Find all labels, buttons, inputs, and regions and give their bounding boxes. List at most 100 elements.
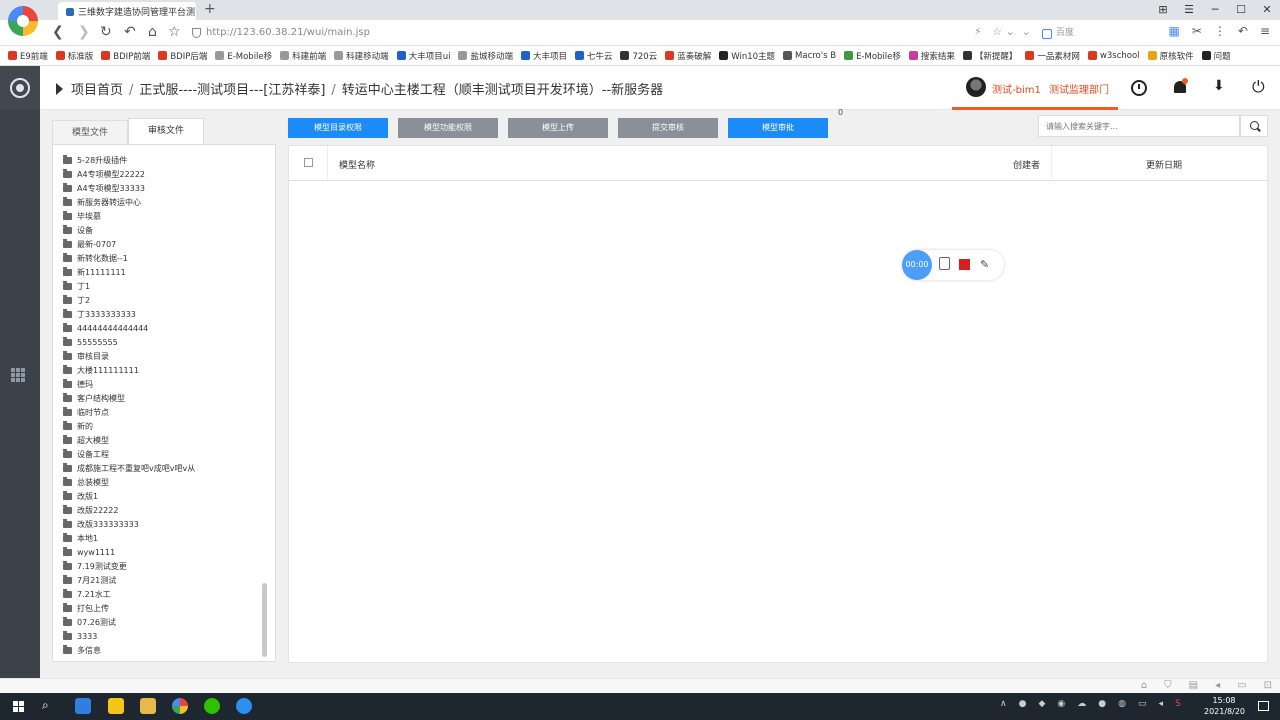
tree-scrollbar[interactable] xyxy=(262,583,267,657)
model-function-permission-button[interactable]: 模型功能权限 xyxy=(398,118,498,138)
pen-icon[interactable]: ✎ xyxy=(980,259,989,270)
folder-item[interactable]: 审核目录 xyxy=(63,349,195,363)
tray-expand-icon[interactable]: ∧ xyxy=(1000,699,1007,709)
windows-start-icon[interactable] xyxy=(13,701,24,712)
bookmark-item[interactable]: w3school xyxy=(1087,51,1140,61)
folder-item[interactable]: 超大模型 xyxy=(63,433,195,447)
tray-app-icon[interactable]: ◆ xyxy=(1038,699,1045,709)
search-icon[interactable] xyxy=(1240,115,1268,137)
bookmark-item[interactable]: 大丰项目ui xyxy=(396,50,450,62)
bookmark-item[interactable]: 标准版 xyxy=(55,50,93,62)
bookmark-item[interactable]: 大丰项目 xyxy=(520,50,567,62)
search-input[interactable] xyxy=(1038,115,1240,137)
bookmark-item[interactable]: Win10主题 xyxy=(719,50,775,62)
folder-item[interactable]: 设备工程 xyxy=(63,447,195,461)
bookmark-item[interactable]: 七牛云 xyxy=(574,50,612,62)
notification-icon[interactable] xyxy=(1258,701,1269,711)
model-approval-button[interactable]: 模型审批 xyxy=(728,118,828,138)
folder-item[interactable]: 本地1 xyxy=(63,531,195,545)
history-icon[interactable]: ↶ xyxy=(1238,24,1248,38)
taskbar-explorer-icon[interactable] xyxy=(140,698,156,714)
folder-item[interactable]: wyw1111 xyxy=(63,545,195,559)
folder-item[interactable]: 最新-0707 xyxy=(63,237,195,251)
folder-item[interactable]: 5-28升级插件 xyxy=(63,153,195,167)
browser-search-box[interactable]: 百度 xyxy=(1038,24,1176,42)
folder-item[interactable]: 新转化数据--1 xyxy=(63,251,195,265)
stop-recording-icon[interactable] xyxy=(959,259,970,270)
skin-icon[interactable]: ⊞ xyxy=(1150,0,1176,20)
shield-icon[interactable]: ⛉ xyxy=(1164,680,1172,691)
bookmark-item[interactable]: 科建移动端 xyxy=(334,50,389,62)
download-icon[interactable] xyxy=(1211,78,1227,96)
bookmark-item[interactable]: Macro's B xyxy=(783,51,836,61)
folder-item[interactable]: 多信息 xyxy=(63,643,195,657)
model-upload-button[interactable]: 模型上传 xyxy=(508,118,608,138)
url-bar[interactable]: http://123.60.38.21/wui/main.jsp xyxy=(192,24,1030,42)
minimize-button[interactable]: ─ xyxy=(1202,0,1228,20)
tray-app-icon[interactable]: ● xyxy=(1019,699,1027,709)
taskbar-app-icon[interactable] xyxy=(75,698,91,714)
browser-logo-icon[interactable] xyxy=(8,6,38,36)
bookmark-item[interactable]: 搜索结果 xyxy=(908,50,955,62)
column-creator[interactable]: 创建者 xyxy=(1013,158,1040,171)
forward-icon[interactable]: ❯ xyxy=(78,24,90,40)
bookmark-item[interactable]: BDIP前端 xyxy=(101,50,150,62)
close-window-button[interactable]: ✕ xyxy=(1254,0,1280,20)
folder-item[interactable]: 改版1 xyxy=(63,489,195,503)
folder-item[interactable]: 德玛 xyxy=(63,377,195,391)
bookmark-star-icon[interactable]: ☆ xyxy=(168,24,181,40)
bookmark-item[interactable]: 一品素材网 xyxy=(1025,50,1080,62)
folder-item[interactable]: 新的 xyxy=(63,419,195,433)
folder-item[interactable]: 7月21测试 xyxy=(63,573,195,587)
tray-app-icon[interactable]: ◍ xyxy=(1118,699,1126,709)
folder-item[interactable]: 55555555 xyxy=(63,335,195,349)
trash-icon[interactable]: ▤ xyxy=(1189,680,1198,691)
select-all-checkbox[interactable] xyxy=(304,158,313,167)
folder-item[interactable]: 7.21水工 xyxy=(63,587,195,601)
bookmark-item[interactable]: 蓝奏破解 xyxy=(665,50,711,62)
folder-item[interactable]: 毕埃慕 xyxy=(63,209,195,223)
folder-item[interactable]: A4专项模型33333 xyxy=(63,181,195,195)
bell-icon[interactable] xyxy=(1172,78,1188,96)
bookmark-item[interactable]: 盐城移动端 xyxy=(458,50,513,62)
folder-item[interactable]: 3333 xyxy=(63,629,195,643)
url-actions[interactable]: ⚡ ☆ ⌄ ⌄ xyxy=(974,25,1031,38)
cursor-toggle-icon[interactable] xyxy=(939,257,950,270)
more-icon[interactable]: ⋮ xyxy=(1214,24,1226,38)
model-directory-permission-button[interactable]: 模型目录权限 xyxy=(288,118,388,138)
folder-item[interactable]: 7.19测试变更 xyxy=(63,559,195,573)
back-icon[interactable]: ❮ xyxy=(52,24,64,40)
taskbar-search-icon[interactable]: ⌕ xyxy=(42,698,49,713)
folder-item[interactable]: 丁2 xyxy=(63,293,195,307)
bookmark-item[interactable]: 【新提醒】 xyxy=(962,50,1017,62)
bookmark-item[interactable]: 问题 xyxy=(1201,50,1231,62)
bookmark-item[interactable]: BDIP后端 xyxy=(158,50,207,62)
menu-icon[interactable]: ☰ xyxy=(1176,0,1202,20)
reload-icon[interactable]: ↻ xyxy=(100,24,112,40)
bookmark-item[interactable]: E9前端 xyxy=(8,50,48,62)
maximize-button[interactable]: ☐ xyxy=(1228,0,1254,20)
breadcrumb-home[interactable]: 项目首页 xyxy=(71,83,123,98)
folder-item[interactable]: 打包上传 xyxy=(63,601,195,615)
tray-network-icon[interactable]: ▭ xyxy=(1138,699,1147,709)
power-icon[interactable] xyxy=(1252,77,1268,97)
bookmark-item[interactable]: 720云 xyxy=(620,50,657,62)
folder-item[interactable]: 临时节点 xyxy=(63,405,195,419)
breadcrumb-current[interactable]: 转运中心主楼工程（顺丰测试项目开发环境）--新服务器 xyxy=(342,83,663,98)
column-update-date[interactable]: 更新日期 xyxy=(1146,158,1182,171)
bookmark-item[interactable]: E-Mobile移 xyxy=(215,50,272,62)
tray-volume-icon[interactable]: ◂ xyxy=(1158,699,1163,709)
cut-icon[interactable]: ✂ xyxy=(1192,24,1202,38)
undo-icon[interactable]: ↶ xyxy=(124,24,136,40)
clock-icon[interactable] xyxy=(1131,80,1147,96)
folder-item[interactable]: 改版22222 xyxy=(63,503,195,517)
submit-review-button[interactable]: 提交审核 xyxy=(618,118,718,138)
folder-item[interactable]: 改版333333333 xyxy=(63,517,195,531)
folder-item[interactable]: 新11111111 xyxy=(63,265,195,279)
folder-item[interactable]: 新服务器转运中心 xyxy=(63,195,195,209)
tray-app-icon[interactable]: ☁ xyxy=(1077,699,1086,709)
folder-item[interactable]: A4专项模型22222 xyxy=(63,167,195,181)
volume-icon[interactable]: ◂ xyxy=(1215,680,1220,691)
folder-item[interactable]: 丁3333333333 xyxy=(63,307,195,321)
breadcrumb-project[interactable]: 正式服----测试项目---[江苏祥泰] xyxy=(139,83,325,98)
